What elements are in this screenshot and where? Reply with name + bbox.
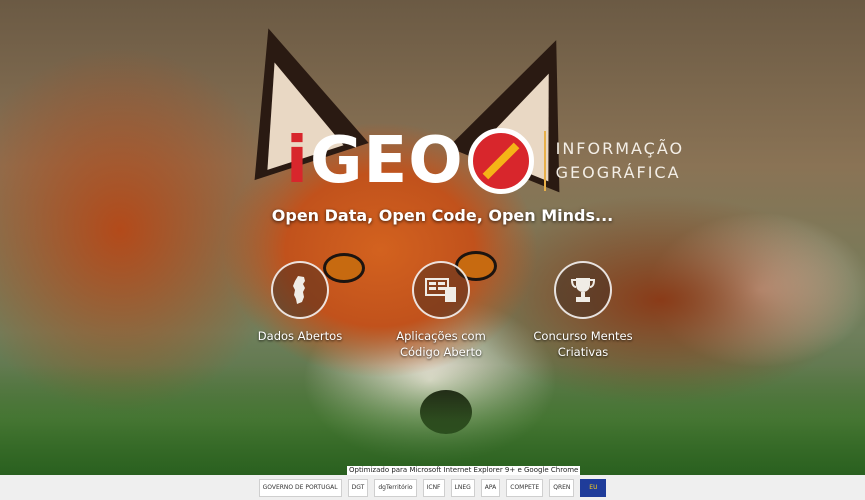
logo-subtitle-line2: GEOGRÁFICA — [555, 163, 681, 182]
feature-label-line1[interactable]: Aplicações com — [366, 328, 516, 344]
igeo-logo: i GEO INFORMAÇÃO GEOGRÁFICA — [286, 126, 684, 196]
sponsor-logo[interactable]: APA — [480, 478, 501, 497]
sponsor-footer: GOVERNO DE PORTUGAL DGT dgTerritório ICN… — [0, 475, 865, 500]
logo-divider — [543, 131, 546, 191]
feature-concurso[interactable]: Concurso Mentes Criativas — [508, 261, 658, 360]
hero-background — [0, 0, 865, 475]
sponsor-logo[interactable]: LNEG — [450, 478, 475, 497]
logo-subtitle-line1: INFORMAÇÃO — [555, 139, 685, 158]
compass-icon — [467, 128, 534, 194]
apps-icon[interactable] — [412, 261, 470, 319]
sponsor-logo[interactable]: dgTerritório — [374, 478, 417, 497]
eu-flag-icon[interactable]: EU — [580, 478, 607, 497]
feature-label-line1[interactable]: Concurso Mentes — [508, 328, 658, 344]
sponsor-logo[interactable]: ICNF — [422, 478, 445, 497]
trophy-icon[interactable] — [554, 261, 612, 319]
portugal-map-icon[interactable] — [271, 261, 329, 319]
sponsor-logo[interactable]: QREN — [549, 478, 575, 497]
feature-label-line2[interactable]: Criativas — [508, 344, 658, 360]
grass — [0, 365, 865, 475]
logo-letters-geo: GEO — [309, 124, 464, 198]
logo-letter-i: i — [286, 124, 308, 198]
feature-label[interactable]: Dados Abertos — [225, 328, 375, 344]
feature-label[interactable]: Concurso Mentes Criativas — [508, 328, 658, 360]
sponsor-logo[interactable]: GOVERNO DE PORTUGAL — [258, 478, 342, 497]
feature-label[interactable]: Aplicações com Código Aberto — [366, 328, 516, 360]
browser-compatibility-note: Optimizado para Microsoft Internet Explo… — [347, 466, 581, 475]
feature-label-line2[interactable]: Código Aberto — [366, 344, 516, 360]
logo-subtitle: INFORMAÇÃO GEOGRÁFICA — [556, 137, 685, 185]
tagline: Open Data, Open Code, Open Minds... — [271, 206, 614, 225]
feature-dados-abertos[interactable]: Dados Abertos — [225, 261, 375, 344]
feature-aplicacoes[interactable]: Aplicações com Código Aberto — [366, 261, 516, 360]
sponsor-logo[interactable]: COMPETE — [506, 478, 544, 497]
sponsor-logo[interactable]: DGT — [347, 478, 369, 497]
